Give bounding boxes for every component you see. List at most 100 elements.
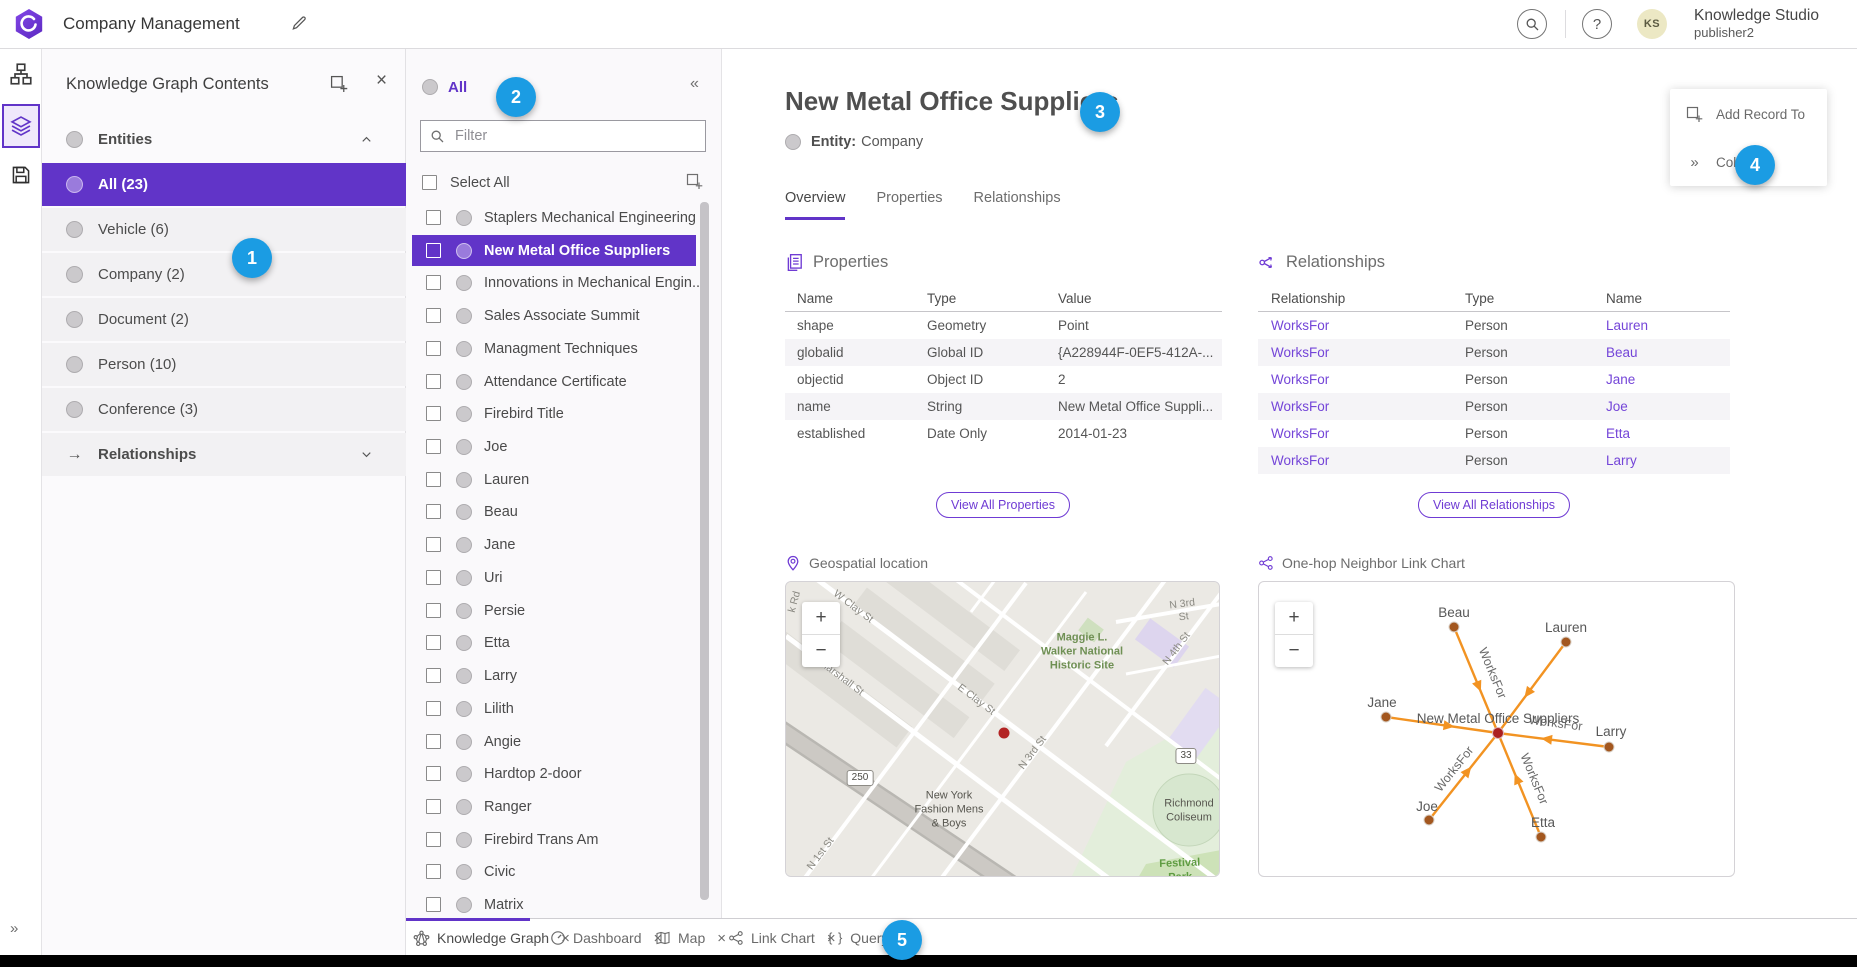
entity-list-item[interactable]: Matrix: [412, 889, 696, 918]
entity-list-item[interactable]: Sales Associate Summit: [412, 300, 696, 331]
entity-list-item[interactable]: Innovations in Mechanical Engin...: [412, 267, 696, 298]
table-row[interactable]: WorksForPersonJane: [1258, 366, 1730, 393]
node-center[interactable]: [1493, 728, 1504, 739]
entity-list-item[interactable]: Hardtop 2-door: [412, 758, 696, 789]
table-row[interactable]: shapeGeometryPoint: [785, 312, 1222, 339]
zoom-out-button[interactable]: −: [802, 635, 840, 667]
tab-properties[interactable]: Properties: [876, 190, 942, 220]
expand-rail-button[interactable]: »: [10, 920, 18, 937]
item-checkbox[interactable]: [426, 635, 441, 650]
item-checkbox[interactable]: [426, 210, 441, 225]
table-row[interactable]: nameStringNew Metal Office Suppli...: [785, 393, 1222, 420]
scrollbar[interactable]: [700, 202, 709, 918]
entity-list-item[interactable]: Persie: [412, 595, 696, 626]
link-chart-canvas[interactable]: WorksForWorksForWorksForWorksForBeauLaur…: [1258, 581, 1735, 877]
view-all-properties-button[interactable]: View All Properties: [936, 492, 1070, 518]
entity-list-item[interactable]: New Metal Office Suppliers: [412, 235, 696, 266]
item-checkbox[interactable]: [426, 472, 441, 487]
entity-type-row[interactable]: Document (2): [42, 298, 406, 341]
entity-list-item[interactable]: Jane: [412, 529, 696, 560]
item-checkbox[interactable]: [426, 701, 441, 716]
entity-list-item[interactable]: Ranger: [412, 791, 696, 822]
entity-list-item[interactable]: Larry: [412, 660, 696, 691]
view-tab-knowledge-graph[interactable]: Knowledge Graph×: [413, 919, 570, 957]
entity-list-item[interactable]: Uri: [412, 562, 696, 593]
item-checkbox[interactable]: [426, 275, 441, 290]
table-cell[interactable]: Jane: [1606, 372, 1743, 387]
entity-type-row[interactable]: Vehicle (6): [42, 208, 406, 251]
view-tab-dashboard[interactable]: Dashboard×: [550, 919, 662, 957]
node-jane[interactable]: [1381, 712, 1391, 722]
item-checkbox[interactable]: [426, 341, 441, 356]
zoom-in-button[interactable]: +: [1275, 602, 1313, 634]
entity-type-row[interactable]: Conference (3): [42, 388, 406, 431]
item-checkbox[interactable]: [426, 308, 441, 323]
item-checkbox[interactable]: [426, 406, 441, 421]
table-cell[interactable]: WorksFor: [1271, 372, 1465, 387]
map-canvas[interactable]: k RdW Clay StW Marshall StE Clay StMaggi…: [785, 581, 1220, 877]
entity-list-item[interactable]: Lauren: [412, 464, 696, 495]
filter-input[interactable]: [453, 127, 677, 145]
view-tab-query[interactable]: { }Query: [828, 919, 888, 957]
node-beau[interactable]: [1449, 622, 1459, 632]
table-cell[interactable]: WorksFor: [1271, 318, 1465, 333]
tab-overview[interactable]: Overview: [785, 190, 845, 220]
table-cell[interactable]: Etta: [1606, 426, 1743, 441]
table-cell[interactable]: Beau: [1606, 345, 1743, 360]
node-joe[interactable]: [1424, 815, 1434, 825]
item-checkbox[interactable]: [426, 766, 441, 781]
table-row[interactable]: objectidObject ID2: [785, 366, 1222, 393]
view-tab-link-chart[interactable]: Link Chart×: [728, 919, 836, 957]
item-checkbox[interactable]: [426, 864, 441, 879]
select-all-checkbox[interactable]: [422, 175, 437, 190]
entity-list-item[interactable]: Etta: [412, 627, 696, 658]
item-checkbox[interactable]: [426, 799, 441, 814]
entity-list-item[interactable]: Angie: [412, 726, 696, 757]
collapse-panel-button[interactable]: «: [690, 75, 699, 93]
avatar[interactable]: KS: [1637, 9, 1667, 39]
entity-list-item[interactable]: Staplers Mechanical Engineering: [412, 202, 696, 233]
table-row[interactable]: WorksForPersonLarry: [1258, 447, 1730, 474]
entity-type-row[interactable]: Person (10): [42, 343, 406, 386]
view-tab-map[interactable]: Map×: [655, 919, 726, 957]
table-cell[interactable]: Lauren: [1606, 318, 1743, 333]
node-etta[interactable]: [1536, 832, 1546, 842]
entity-list-item[interactable]: Civic: [412, 856, 696, 887]
table-cell[interactable]: WorksFor: [1271, 426, 1465, 441]
add-layer-button[interactable]: [330, 75, 348, 93]
entity-list-item[interactable]: Managment Techniques: [412, 333, 696, 364]
close-icon[interactable]: ×: [717, 930, 726, 947]
table-cell[interactable]: WorksFor: [1271, 345, 1465, 360]
entity-list-item[interactable]: Firebird Title: [412, 398, 696, 429]
view-all-relationships-button[interactable]: View All Relationships: [1418, 492, 1570, 518]
entity-type-row[interactable]: All (23): [42, 163, 406, 206]
table-row[interactable]: WorksForPersonLauren: [1258, 312, 1730, 339]
table-cell[interactable]: Joe: [1606, 399, 1743, 414]
entity-type-row[interactable]: Company (2): [42, 253, 406, 296]
tab-relationships[interactable]: Relationships: [974, 190, 1061, 220]
item-checkbox[interactable]: [426, 668, 441, 683]
table-cell[interactable]: Larry: [1606, 453, 1743, 468]
item-checkbox[interactable]: [426, 504, 441, 519]
entity-list-item[interactable]: Lilith: [412, 693, 696, 724]
table-row[interactable]: WorksForPersonEtta: [1258, 420, 1730, 447]
entity-list-item[interactable]: Attendance Certificate: [412, 366, 696, 397]
item-checkbox[interactable]: [426, 832, 441, 847]
chevron-down-icon[interactable]: [359, 447, 374, 462]
entity-list-item[interactable]: Firebird Trans Am: [412, 824, 696, 855]
close-panel-button[interactable]: ×: [376, 70, 387, 92]
entity-list-item[interactable]: Joe: [412, 431, 696, 462]
item-checkbox[interactable]: [426, 897, 441, 912]
zoom-in-button[interactable]: +: [802, 602, 840, 634]
entities-header-row[interactable]: Entities: [42, 118, 406, 161]
scrollbar-thumb[interactable]: [700, 202, 709, 900]
table-row[interactable]: WorksForPersonBeau: [1258, 339, 1730, 366]
relationships-header-row[interactable]: → Relationships: [42, 433, 406, 476]
chevron-up-icon[interactable]: [359, 132, 374, 147]
item-checkbox[interactable]: [426, 439, 441, 454]
contents-button[interactable]: [2, 104, 40, 148]
entity-list-item[interactable]: Beau: [412, 496, 696, 527]
table-row[interactable]: establishedDate Only2014-01-23: [785, 420, 1222, 447]
search-button[interactable]: [1517, 9, 1547, 39]
node-lauren[interactable]: [1561, 637, 1571, 647]
